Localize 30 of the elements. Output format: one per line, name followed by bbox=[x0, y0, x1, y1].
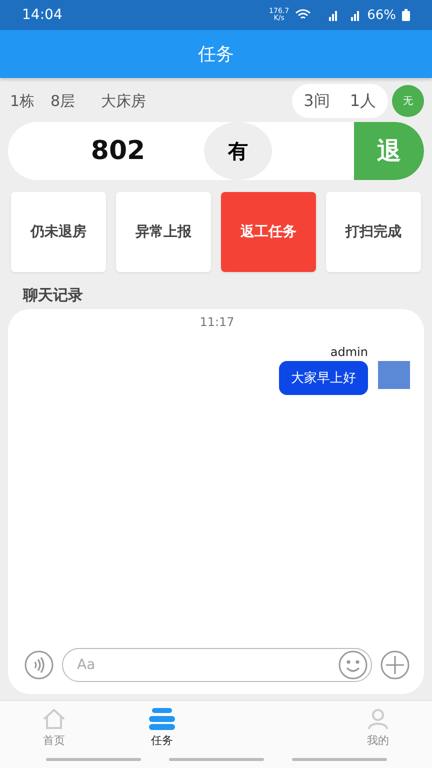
floor-label: 8层 bbox=[50, 92, 76, 110]
building-label: 1栋 bbox=[10, 92, 35, 110]
add-icon[interactable] bbox=[380, 650, 410, 680]
room-status: 有 bbox=[204, 122, 272, 180]
room-number: 802 bbox=[90, 136, 146, 166]
chat-title: 聊天记录 bbox=[22, 285, 84, 306]
action-button[interactable]: 异常上报 bbox=[116, 192, 211, 272]
voice-icon[interactable] bbox=[24, 650, 54, 680]
rooms-count: 3间 bbox=[304, 90, 330, 112]
emoji-icon[interactable] bbox=[338, 650, 368, 680]
wifi-icon bbox=[295, 9, 312, 21]
message-input[interactable]: Aa bbox=[62, 648, 372, 682]
avatar bbox=[378, 361, 410, 389]
user-icon bbox=[366, 708, 390, 730]
status-badge: 无 bbox=[392, 85, 424, 117]
stack-icon bbox=[148, 708, 176, 730]
action-button[interactable]: 仍未退房 bbox=[11, 192, 106, 272]
action-button[interactable]: 返工任务 bbox=[221, 192, 316, 272]
tab-bar-item[interactable]: 任务 bbox=[108, 701, 216, 754]
home-icon bbox=[41, 708, 67, 730]
battery-icon bbox=[402, 9, 410, 21]
battery-level: 66% bbox=[367, 8, 396, 22]
status-time: 14:04 bbox=[22, 7, 62, 23]
room-type-label: 大床房 bbox=[101, 92, 146, 110]
action-button[interactable]: 打扫完成 bbox=[326, 192, 421, 272]
people-count: 1人 bbox=[350, 90, 376, 112]
sender-name: admin bbox=[330, 345, 368, 359]
chat-time: 11:17 bbox=[200, 315, 234, 329]
message-bubble: 大家早上好 bbox=[279, 361, 368, 395]
page-title: 任务 bbox=[198, 43, 234, 66]
